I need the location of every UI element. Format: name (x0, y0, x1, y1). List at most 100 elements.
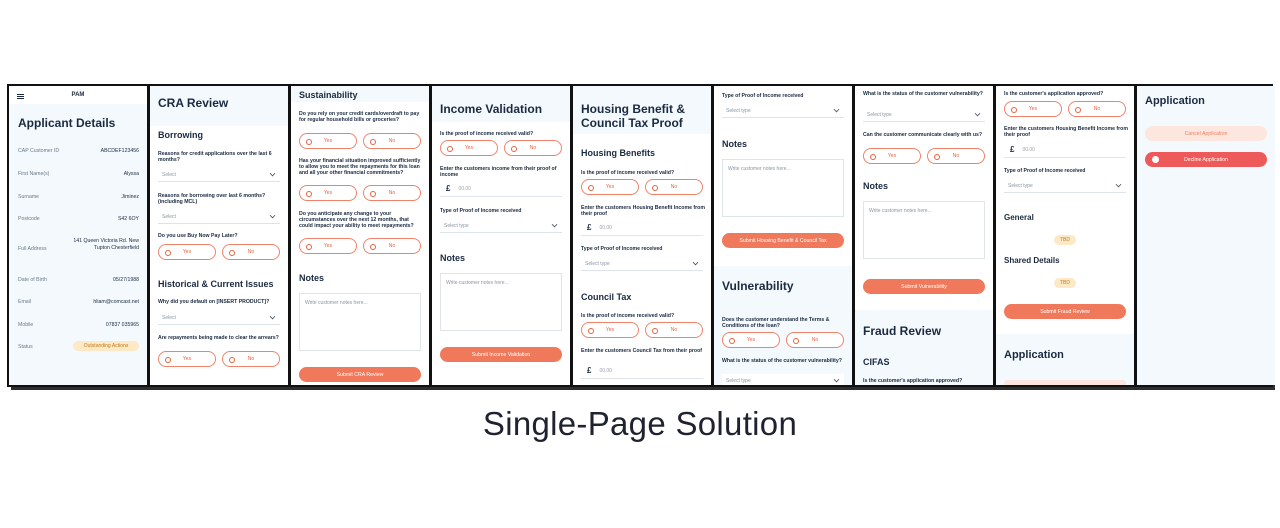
no-label: No (388, 243, 396, 249)
yes-option[interactable]: Yes (440, 140, 498, 156)
no-option[interactable]: No (222, 351, 280, 367)
select-value: Select type (726, 107, 751, 114)
yes-option[interactable]: Yes (299, 185, 357, 201)
question-council-proof-valid: Is the proof of income received valid? (581, 313, 675, 319)
select-value: Select (162, 171, 176, 178)
status-label: Status (18, 344, 33, 350)
select-value: Select type (726, 377, 751, 384)
no-label: No (388, 190, 396, 196)
notes-textarea[interactable]: Write customer notes here... (299, 293, 421, 351)
row-label-5: Date of Birth (18, 277, 47, 283)
no-option[interactable]: No (927, 148, 985, 164)
top-bar: PAM (9, 86, 147, 104)
yes-option[interactable]: Yes (158, 244, 216, 260)
amount-placeholder: 00.00 (599, 367, 612, 374)
question-housing-income: Enter the customers Housing Benefit Inco… (581, 205, 705, 217)
select-proof-type[interactable]: Select type (1004, 179, 1126, 193)
radio-icon (793, 337, 799, 344)
yes-label: Yes (323, 138, 333, 144)
row-label-4: Full Address (18, 246, 47, 252)
cancel-application-button-partial[interactable] (1004, 380, 1126, 385)
question-communicate: Can the customer communicate clearly wit… (863, 132, 983, 138)
decline-application-button[interactable]: Decline Application (1145, 152, 1267, 167)
select-vulnerability-status[interactable]: Select type (722, 374, 844, 385)
page-title: Income Validation (440, 102, 543, 116)
yes-option[interactable]: Yes (581, 179, 639, 195)
row-label-3: Postcode (18, 216, 40, 222)
question-circumstances: Do you anticipate any change to your cir… (299, 211, 414, 229)
no-label: No (952, 153, 960, 159)
yes-option[interactable]: Yes (299, 133, 357, 149)
yes-option[interactable]: Yes (299, 238, 357, 254)
income-amount-input[interactable]: £ 00.00 (440, 181, 562, 197)
no-option[interactable]: No (222, 244, 280, 260)
section-title-borrowing: Borrowing (158, 130, 203, 140)
question-proof-type: Type of Proof of Income received (440, 208, 522, 214)
select-value: Select type (585, 260, 610, 267)
shared-details-title: Shared Details (1004, 256, 1060, 265)
select-credit-reasons[interactable]: Select (158, 168, 280, 182)
select-proof-type[interactable]: Select type (440, 219, 562, 233)
submit-fraud-review-button[interactable]: Submit Fraud Review (1004, 304, 1126, 319)
radio-icon (447, 145, 453, 152)
yes-option[interactable]: Yes (581, 322, 639, 338)
select-default-reason[interactable]: Select (158, 311, 280, 325)
notes-textarea[interactable]: Write customer notes here... (863, 201, 985, 259)
communicate-radio-group: Yes No (863, 148, 985, 164)
notes-title: Notes (299, 273, 325, 283)
no-option[interactable]: No (1068, 101, 1126, 117)
section-subtitle-cifas: CIFAS (863, 357, 890, 367)
radio-icon (588, 184, 594, 191)
yes-option[interactable]: Yes (863, 148, 921, 164)
no-label: No (529, 145, 537, 151)
question-application-approved: Is the customer's application approved? (863, 378, 963, 384)
select-vulnerability-status[interactable]: Select type (863, 108, 985, 122)
question-vulnerability-status: What is the status of the customer vulne… (722, 358, 842, 364)
section-title-housing: Housing Benefits (581, 148, 656, 158)
radio-icon (306, 190, 312, 197)
no-option[interactable]: No (645, 179, 703, 195)
notes-textarea[interactable]: Write customer notes here... (722, 159, 844, 217)
amount-placeholder: 00.00 (1022, 146, 1035, 153)
no-option[interactable]: No (504, 140, 562, 156)
section-title-council-tax: Council Tax (581, 292, 632, 302)
select-value: Select (162, 314, 176, 321)
yes-option[interactable]: Yes (1004, 101, 1062, 117)
notes-textarea[interactable]: Write customer notes here... (440, 273, 562, 331)
select-proof-type[interactable]: Select type (722, 104, 844, 118)
select-borrowing-reasons[interactable]: Select (158, 210, 280, 224)
submit-vulnerability-button[interactable]: Submit Vulnerability (863, 279, 985, 294)
no-option[interactable]: No (363, 238, 421, 254)
panel-housing-benefit: Housing Benefit & Council Tax Proof Hous… (573, 86, 711, 385)
yes-option[interactable]: Yes (158, 351, 216, 367)
submit-income-validation-button[interactable]: Submit Income Validation (440, 347, 562, 362)
radio-icon (870, 153, 876, 160)
submit-housing-benefit-button[interactable]: Submit Housing Benefit & Council Tax (722, 233, 844, 248)
bnpl-radio-group: Yes No (158, 244, 280, 260)
circumstances-radio-group: Yes No (299, 238, 421, 254)
question-income-amount: Enter the customers income from their pr… (440, 166, 557, 178)
chevron-down-icon (833, 376, 840, 383)
select-value: Select type (444, 222, 469, 229)
no-label: No (670, 327, 678, 333)
housing-amount-input[interactable]: £ 00.00 (581, 220, 703, 236)
yes-option[interactable]: Yes (722, 332, 780, 348)
radio-icon (370, 138, 376, 145)
no-option[interactable]: No (786, 332, 844, 348)
page-title: Housing Benefit & Council Tax Proof (581, 102, 685, 130)
council-amount-input[interactable]: £ 00.00 (581, 363, 703, 379)
yes-label: Yes (323, 190, 333, 196)
page-title: Application (1145, 95, 1205, 107)
radio-icon (306, 243, 312, 250)
row-value-4: 141 Queen Victoria Rd. New Tupton Cheste… (73, 238, 139, 251)
no-option[interactable]: No (363, 133, 421, 149)
submit-cra-review-button[interactable]: Submit CRA Review (299, 367, 421, 382)
no-option[interactable]: No (645, 322, 703, 338)
radio-icon (370, 190, 376, 197)
tbd-badge-shared: TBD (1054, 278, 1076, 288)
housing-amount-input[interactable]: £ 00.00 (1004, 142, 1126, 158)
council-proof-radio-group: Yes No (581, 322, 703, 338)
select-proof-type[interactable]: Select type (581, 257, 703, 271)
cancel-application-button[interactable]: Cancel Application (1145, 126, 1267, 141)
no-option[interactable]: No (363, 185, 421, 201)
